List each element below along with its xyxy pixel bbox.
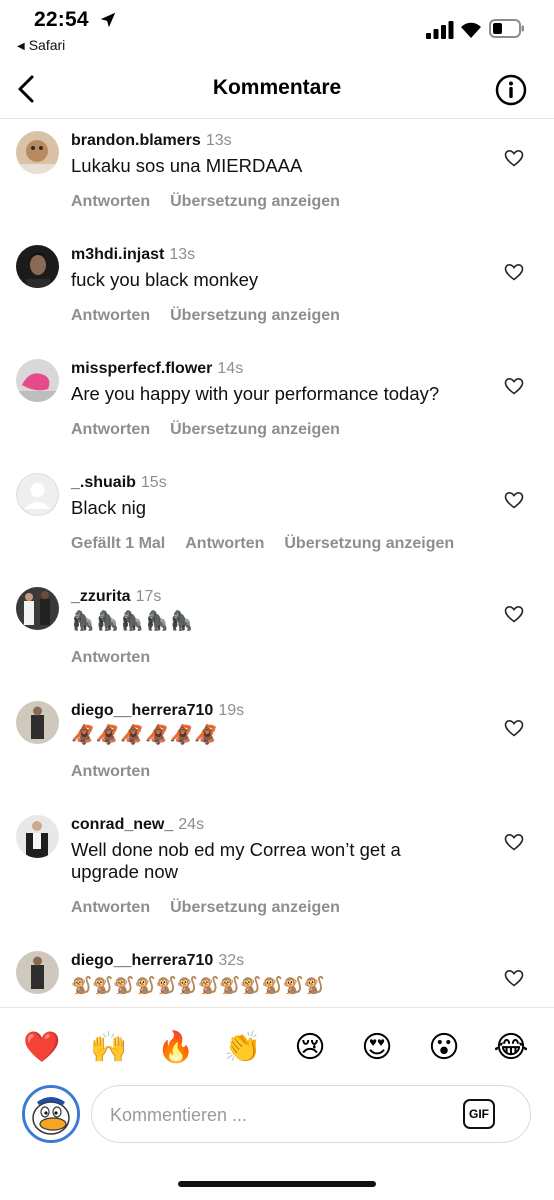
show-translation-button[interactable]: Übersetzung anzeigen xyxy=(170,307,340,324)
comment-username[interactable]: _zzurita xyxy=(71,588,131,605)
comment-item: conrad_new_ 24s Well done nob ed my Corre… xyxy=(0,803,554,939)
comment-item: missperfecf.flower 14s Are you happy with… xyxy=(0,347,554,461)
reaction-clapping-icon[interactable]: 👏 xyxy=(223,1028,263,1068)
comment-text: Well done nob ed my Correa won’t get a u… xyxy=(71,839,401,882)
reply-button[interactable]: Antworten xyxy=(71,307,150,324)
comment-item: brandon.blamers 13s Lukaku sos una MIERDA… xyxy=(0,119,554,233)
avatar[interactable] xyxy=(16,951,59,994)
info-icon[interactable] xyxy=(495,74,527,106)
cellular-signal-icon xyxy=(426,21,454,39)
comment-timestamp: 15s xyxy=(140,474,167,491)
comment-username[interactable]: _.shuaib xyxy=(71,474,136,491)
reply-button[interactable]: Antworten xyxy=(71,193,150,210)
comment-text: Are you happy with your performance toda… xyxy=(71,383,440,404)
avatar[interactable] xyxy=(16,587,59,630)
reaction-fire-icon[interactable]: 🔥 xyxy=(156,1028,196,1068)
navigation-bar: Kommentare xyxy=(0,62,554,119)
comment-list: brandon.blamers 13s Lukaku sos una MIERDA… xyxy=(0,119,554,1007)
comment-username[interactable]: brandon.blamers xyxy=(71,132,201,149)
comment-input[interactable] xyxy=(108,1100,442,1130)
reaction-crying-icon[interactable]: 😢 xyxy=(290,1028,330,1068)
comment-composer: GIF xyxy=(91,1085,531,1143)
reply-button[interactable]: Antworten xyxy=(71,899,150,916)
reaction-surprised-icon[interactable]: 😮 xyxy=(424,1028,464,1068)
like-heart-icon[interactable] xyxy=(504,377,524,395)
like-heart-icon[interactable] xyxy=(504,719,524,737)
like-heart-icon[interactable] xyxy=(504,605,524,623)
show-translation-button[interactable]: Übersetzung anzeigen xyxy=(170,193,340,210)
avatar[interactable] xyxy=(16,359,59,402)
comment-timestamp: 24s xyxy=(178,816,205,833)
comment-timestamp: 19s xyxy=(218,702,245,719)
comment-text: fuck you black monkey xyxy=(71,269,259,290)
reaction-raised-hands-icon[interactable]: 🙌 xyxy=(89,1028,129,1068)
status-bar: 22:54 ◀ Safari xyxy=(0,0,554,60)
location-arrow-icon xyxy=(100,12,116,28)
back-to-app-link[interactable]: ◀ Safari xyxy=(17,37,65,53)
comment-text: Lukaku sos una MIERDAAA xyxy=(71,155,303,176)
comment-item: _zzurita 17s 🦍🦍🦍🦍🦍 Antworten xyxy=(0,575,554,689)
quick-reactions-bar: ❤️ 🙌 🔥 👏 😢 😍 😮 😂 xyxy=(0,1007,554,1086)
home-indicator[interactable] xyxy=(178,1181,376,1187)
gif-button[interactable]: GIF xyxy=(463,1099,495,1129)
avatar[interactable] xyxy=(16,701,59,744)
like-heart-icon[interactable] xyxy=(504,833,524,851)
reaction-heart-eyes-icon[interactable]: 😍 xyxy=(357,1028,397,1068)
comment-username[interactable]: missperfecf.flower xyxy=(71,360,212,377)
comment-timestamp: 13s xyxy=(205,132,232,149)
comment-text: Black nig xyxy=(71,497,147,518)
comment-item: diego__herrera710 19s 🦧🦧🦧🦧🦧🦧 Antworten xyxy=(0,689,554,803)
comment-timestamp: 13s xyxy=(169,246,196,263)
current-user-avatar xyxy=(22,1085,80,1143)
show-translation-button[interactable]: Übersetzung anzeigen xyxy=(170,899,340,916)
comment-item: m3hdi.injast 13s fuck you black monkey An… xyxy=(0,233,554,347)
reply-button[interactable]: Antworten xyxy=(185,535,264,552)
comment-text: 🦍🦍🦍🦍🦍 xyxy=(71,611,195,632)
comment-text: 🦧🦧🦧🦧🦧🦧 xyxy=(71,725,219,746)
avatar[interactable] xyxy=(16,131,59,174)
comment-text: 🐒🐒🐒🐒🐒🐒🐒🐒🐒🐒🐒🐒 xyxy=(71,976,326,995)
reply-button[interactable]: Antworten xyxy=(71,763,150,780)
back-triangle-icon: ◀ xyxy=(17,41,25,52)
wifi-icon xyxy=(461,22,481,38)
reply-button[interactable]: Antworten xyxy=(71,649,150,666)
battery-icon xyxy=(489,19,524,38)
donald-duck-avatar-icon xyxy=(25,1088,77,1140)
avatar[interactable] xyxy=(16,245,59,288)
back-app-label: Safari xyxy=(28,37,66,53)
like-heart-icon[interactable] xyxy=(504,491,524,509)
default-avatar-icon[interactable] xyxy=(16,473,59,516)
comment-timestamp: 32s xyxy=(218,952,245,969)
comment-item: _.shuaib 15s Black nig Gefällt 1 Mal Antwo… xyxy=(0,461,554,575)
like-heart-icon[interactable] xyxy=(504,149,524,167)
reaction-laughing-icon[interactable]: 😂 xyxy=(491,1028,531,1068)
like-heart-icon[interactable] xyxy=(504,263,524,281)
page-title: Kommentare xyxy=(212,76,342,99)
comment-item: diego__herrera710 32s 🐒🐒🐒🐒🐒🐒🐒🐒🐒🐒🐒🐒 xyxy=(0,939,554,1007)
comment-timestamp: 17s xyxy=(135,588,162,605)
show-translation-button[interactable]: Übersetzung anzeigen xyxy=(170,421,340,438)
like-heart-icon[interactable] xyxy=(504,969,524,987)
comment-timestamp: 14s xyxy=(217,360,244,377)
comment-username[interactable]: diego__herrera710 xyxy=(71,702,213,719)
reply-button[interactable]: Antworten xyxy=(71,421,150,438)
comment-username[interactable]: diego__herrera710 xyxy=(71,952,213,969)
status-time: 22:54 xyxy=(34,8,89,31)
reaction-heart-icon[interactable]: ❤️ xyxy=(22,1028,62,1068)
comment-username[interactable]: conrad_new_ xyxy=(71,816,173,833)
comment-username[interactable]: m3hdi.injast xyxy=(71,246,164,263)
likes-count[interactable]: Gefällt 1 Mal xyxy=(71,535,165,552)
show-translation-button[interactable]: Übersetzung anzeigen xyxy=(284,535,454,552)
avatar[interactable] xyxy=(16,815,59,858)
